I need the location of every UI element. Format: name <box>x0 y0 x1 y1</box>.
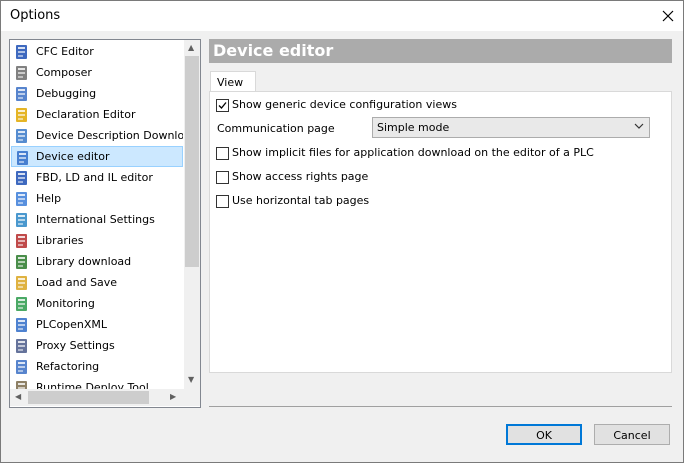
tree-item-label: International Settings <box>36 213 155 226</box>
tree-item-label: Refactoring <box>36 360 100 373</box>
tree-item-library-download[interactable]: Library download <box>11 251 183 272</box>
access-rights-checkbox[interactable] <box>216 171 229 184</box>
tree-item-fbd-ld-and-il-editor[interactable]: FBD, LD and IL editor <box>11 167 183 188</box>
access-rights-label: Show access rights page <box>232 170 369 183</box>
plcopenxml-icon <box>14 317 30 333</box>
chevron-down-icon <box>634 123 644 129</box>
tree-item-label: Monitoring <box>36 297 95 310</box>
runtime-deploy-icon <box>14 380 30 389</box>
tree-item-monitoring[interactable]: Monitoring <box>11 293 183 314</box>
tab-view-label: View <box>217 76 244 89</box>
scroll-corner <box>184 389 200 406</box>
tree-item-device-editor[interactable]: Device editor <box>11 146 183 167</box>
folder-icon <box>14 275 30 291</box>
composer-icon <box>14 65 30 81</box>
tree-item-label: Device Description Download <box>36 129 183 142</box>
tree-item-label: Libraries <box>36 234 84 247</box>
tree-item-label: Runtime Deploy Tool <box>36 381 149 389</box>
tree-item-load-and-save[interactable]: Load and Save <box>11 272 183 293</box>
category-list: CFC Editor Composer Debugging Declaration E… <box>10 40 183 389</box>
tree-item-debugging[interactable]: Debugging <box>11 83 183 104</box>
cancel-button-label: Cancel <box>613 429 651 442</box>
device-download-icon <box>14 128 30 144</box>
monitoring-icon <box>14 296 30 312</box>
tab-view[interactable]: View <box>210 71 256 93</box>
tree-item-declaration-editor[interactable]: Declaration Editor <box>11 104 183 125</box>
scroll-right-icon[interactable]: ▶ <box>170 392 176 401</box>
implicit-files-checkbox[interactable] <box>216 147 229 160</box>
tree-item-label: Debugging <box>36 87 97 100</box>
tree-item-libraries[interactable]: Libraries <box>11 230 183 251</box>
close-button[interactable] <box>653 1 683 31</box>
scroll-down-icon[interactable]: ▼ <box>188 375 194 384</box>
scroll-left-icon[interactable]: ◀ <box>15 392 21 401</box>
page-title: Device editor <box>213 41 334 60</box>
debugging-icon <box>14 86 30 102</box>
fbd-editor-icon <box>14 170 30 186</box>
libraries-icon <box>14 233 30 249</box>
communication-page-value: Simple mode <box>377 121 450 134</box>
horizontal-tabs-label: Use horizontal tab pages <box>232 194 370 207</box>
scroll-up-icon[interactable]: ▲ <box>188 43 194 52</box>
cancel-button[interactable]: Cancel <box>594 424 670 445</box>
vertical-scroll-thumb[interactable] <box>185 56 199 267</box>
tree-item-help[interactable]: Help <box>11 188 183 209</box>
tree-item-composer[interactable]: Composer <box>11 62 183 83</box>
title-bar: Options <box>1 1 683 31</box>
tree-item-label: Load and Save <box>36 276 118 289</box>
tree-item-label: Device editor <box>36 150 110 163</box>
ok-button[interactable]: OK <box>506 424 582 445</box>
generic-views-checkbox[interactable] <box>216 99 229 112</box>
communication-page-label: Communication page <box>217 122 335 135</box>
refactoring-icon <box>14 359 30 375</box>
cfc-editor-icon <box>14 44 30 60</box>
proxy-icon <box>14 338 30 354</box>
page-header: Device editor <box>209 39 672 63</box>
vertical-scrollbar[interactable]: ▲ ▼ <box>184 40 200 389</box>
tree-item-label: Proxy Settings <box>36 339 115 352</box>
tree-item-runtime-deploy-tool[interactable]: Runtime Deploy Tool <box>11 377 183 389</box>
tree-item-cfc-editor[interactable]: CFC Editor <box>11 41 183 62</box>
footer-separator <box>209 406 672 407</box>
declaration-editor-icon <box>14 107 30 123</box>
tree-item-label: PLCopenXML <box>36 318 108 331</box>
tree-item-device-description-download[interactable]: Device Description Download <box>11 125 183 146</box>
tree-item-international-settings[interactable]: International Settings <box>11 209 183 230</box>
category-tree[interactable]: CFC Editor Composer Debugging Declaration E… <box>9 39 201 408</box>
tree-item-label: CFC Editor <box>36 45 94 58</box>
tree-item-label: Composer <box>36 66 92 79</box>
device-editor-icon <box>15 150 31 166</box>
generic-views-label: Show generic device configuration views <box>232 98 457 111</box>
ok-button-label: OK <box>536 429 552 442</box>
tree-item-label: Declaration Editor <box>36 108 136 121</box>
tree-item-label: Library download <box>36 255 132 268</box>
tree-item-proxy-settings[interactable]: Proxy Settings <box>11 335 183 356</box>
globe-icon <box>14 212 30 228</box>
dialog-title: Options <box>10 8 61 23</box>
implicit-files-label: Show implicit files for application down… <box>232 146 594 159</box>
horizontal-scroll-thumb[interactable] <box>28 391 149 404</box>
horizontal-scrollbar[interactable]: ◀ ▶ <box>10 389 184 406</box>
tree-item-plcopenxml[interactable]: PLCopenXML <box>11 314 183 335</box>
communication-page-select[interactable]: Simple mode <box>372 117 650 138</box>
view-tab-panel: Show generic device configuration views … <box>209 91 672 373</box>
close-icon <box>662 10 674 22</box>
horizontal-tabs-checkbox[interactable] <box>216 195 229 208</box>
tree-item-label: FBD, LD and IL editor <box>36 171 153 184</box>
help-icon <box>14 191 30 207</box>
tree-item-refactoring[interactable]: Refactoring <box>11 356 183 377</box>
tree-item-label: Help <box>36 192 62 205</box>
checkmark-icon <box>218 102 227 109</box>
library-download-icon <box>14 254 30 270</box>
